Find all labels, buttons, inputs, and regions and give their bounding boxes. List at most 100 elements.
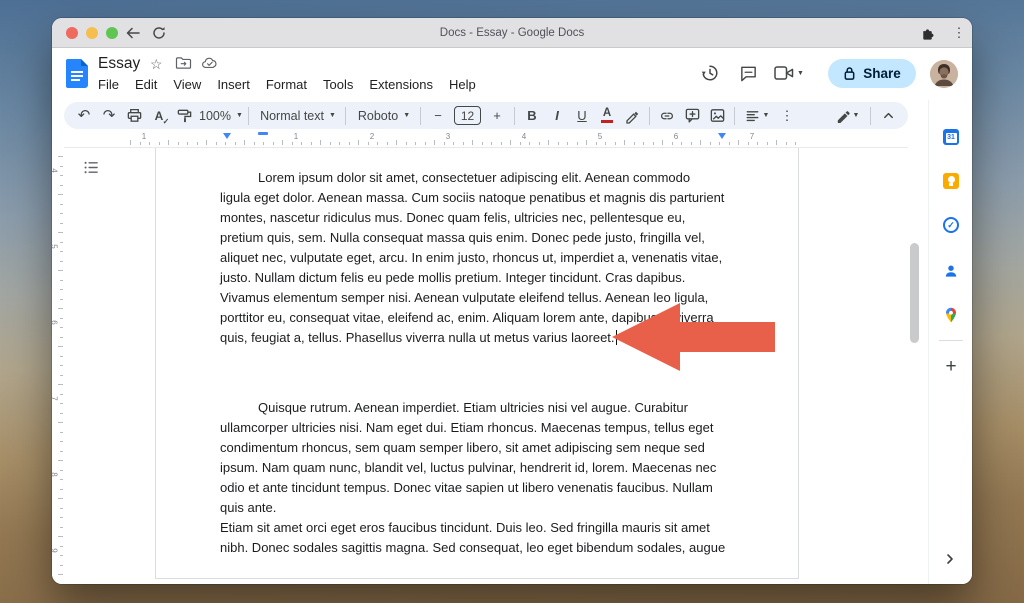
align-select[interactable]: ▼ [740,104,774,128]
text-line[interactable]: odio et ante tincidunt tempus. Donec vit… [220,478,725,498]
zoom-select[interactable]: 100%▼ [197,104,243,128]
menu-item-insert[interactable]: Insert [217,77,250,92]
text-line[interactable]: condimentum rhoncus, sem quam semper lib… [220,438,725,458]
ruler-tick [58,384,63,385]
font-size-input[interactable]: 12 [454,106,481,125]
text-line[interactable]: justo. Nullam dictum felis eu pede molli… [220,268,724,288]
vertical-scrollbar-thumb[interactable] [910,243,919,343]
horizontal-ruler[interactable]: 11234567 [64,130,908,148]
menu-item-file[interactable]: File [98,77,119,92]
font-family-select[interactable]: Roboto▼ [351,104,415,128]
text-line[interactable]: nibh. Donec sodales sagittis magna. Sed … [220,538,725,558]
google-keep-icon[interactable] [942,172,960,190]
comments-icon[interactable] [735,60,761,86]
text-line[interactable]: ligula eget dolor. Aenean massa. Cum soc… [220,188,724,208]
ruler-tick [434,140,435,145]
ruler-tick [605,142,606,145]
ruler-tick [60,318,63,319]
italic-button[interactable]: I [545,104,569,128]
ruler-tick [60,451,63,452]
menu-item-edit[interactable]: Edit [135,77,157,92]
ruler-number: 1 [294,132,298,141]
google-contacts-icon[interactable] [942,262,960,280]
text-line[interactable]: Etiam sit amet orci eget eros faucibus t… [220,518,725,538]
text-line[interactable]: Quisque rutrum. Aenean imperdiet. Etiam … [220,398,725,418]
first-line-indent-marker[interactable] [258,132,268,135]
text-line[interactable]: aliquet nec, vulputate eget, arcu. In en… [220,248,724,268]
ruler-tick [786,142,787,145]
decrease-font-size-button[interactable]: − [426,104,450,128]
bold-button[interactable]: B [520,104,544,128]
underline-button[interactable]: U [570,104,594,128]
ruler-tick [140,142,141,145]
more-options-button[interactable]: ⋮ [775,104,799,128]
ruler-number: 8 [52,472,59,476]
highlight-color-button[interactable] [620,104,644,128]
collapse-side-panel-icon[interactable] [943,552,957,571]
google-docs-logo[interactable] [66,59,88,88]
ruler-tick [58,270,63,271]
ruler-tick [60,375,63,376]
video-call-icon[interactable]: ▼ [772,60,806,86]
left-indent-marker[interactable] [223,133,231,139]
insert-image-button[interactable] [705,104,729,128]
version-history-icon[interactable] [697,60,723,86]
google-tasks-icon[interactable]: ✓ [942,216,960,234]
user-avatar[interactable] [930,60,958,88]
google-maps-icon[interactable] [942,306,960,324]
toolbar-divider [870,107,871,125]
star-document-icon[interactable]: ☆ [150,56,163,73]
text-line[interactable]: ullamcorper ultricies nisi. Nam eget dui… [220,418,725,438]
ruler-tick [60,565,63,566]
menu-item-tools[interactable]: Tools [323,77,353,92]
text-color-button[interactable]: A [595,104,619,128]
video-call-caret-icon: ▼ [797,70,804,77]
lock-icon [843,66,856,81]
text-line[interactable]: ipsum. Nam quam nunc, blandit vel, luctu… [220,458,725,478]
ruler-tick [406,142,407,145]
text-line[interactable]: pretium quis, sem. Nulla consequat massa… [220,228,724,248]
ruler-tick [415,142,416,145]
get-add-ons-button[interactable]: + [942,358,960,376]
text-line[interactable]: quis ante. [220,498,725,518]
ruler-tick [130,140,131,145]
move-to-folder-icon[interactable] [175,56,192,70]
menu-item-format[interactable]: Format [266,77,307,92]
extensions-puzzle-icon[interactable] [918,24,936,42]
browser-menu-kebab-icon[interactable]: ⋮ [950,24,968,42]
text-line[interactable]: Lorem ipsum dolor sit amet, consectetuer… [220,168,724,188]
ruler-tick [681,142,682,145]
ruler-tick [216,142,217,145]
paragraph-style-select[interactable]: Normal text▼ [254,104,340,128]
align-caret-icon: ▼ [763,112,770,119]
cloud-saved-icon[interactable] [201,56,219,69]
increase-font-size-button[interactable]: + [485,104,509,128]
paint-format-button[interactable] [172,104,196,128]
redo-button[interactable]: ↷ [97,104,121,128]
ruler-tick [60,394,63,395]
share-button[interactable]: Share [828,59,916,88]
ruler-tick [149,142,150,145]
ruler-tick [60,251,63,252]
editing-mode-select[interactable]: ▼ [829,104,865,128]
google-calendar-icon[interactable]: 31 [942,128,960,146]
ruler-tick [60,204,63,205]
menu-item-view[interactable]: View [173,77,201,92]
ruler-tick [159,142,160,145]
hide-menus-button[interactable] [876,104,900,128]
print-button[interactable] [122,104,146,128]
menu-item-help[interactable]: Help [449,77,476,92]
text-line[interactable]: montes, nascetur ridiculus mus. Donec qu… [220,208,724,228]
ruler-number: 2 [370,132,374,141]
insert-link-button[interactable] [655,104,679,128]
add-comment-button[interactable] [680,104,704,128]
document-title[interactable]: Essay [98,55,140,73]
show-document-outline-icon[interactable] [83,160,99,180]
ruler-tick [311,142,312,145]
right-indent-marker[interactable] [718,133,726,139]
ruler-tick [58,232,63,233]
menu-item-extensions[interactable]: Extensions [369,77,433,92]
spell-check-button[interactable]: A✓ [147,104,171,128]
vertical-ruler[interactable]: 456789 [52,148,64,584]
undo-button[interactable]: ↶ [72,104,96,128]
